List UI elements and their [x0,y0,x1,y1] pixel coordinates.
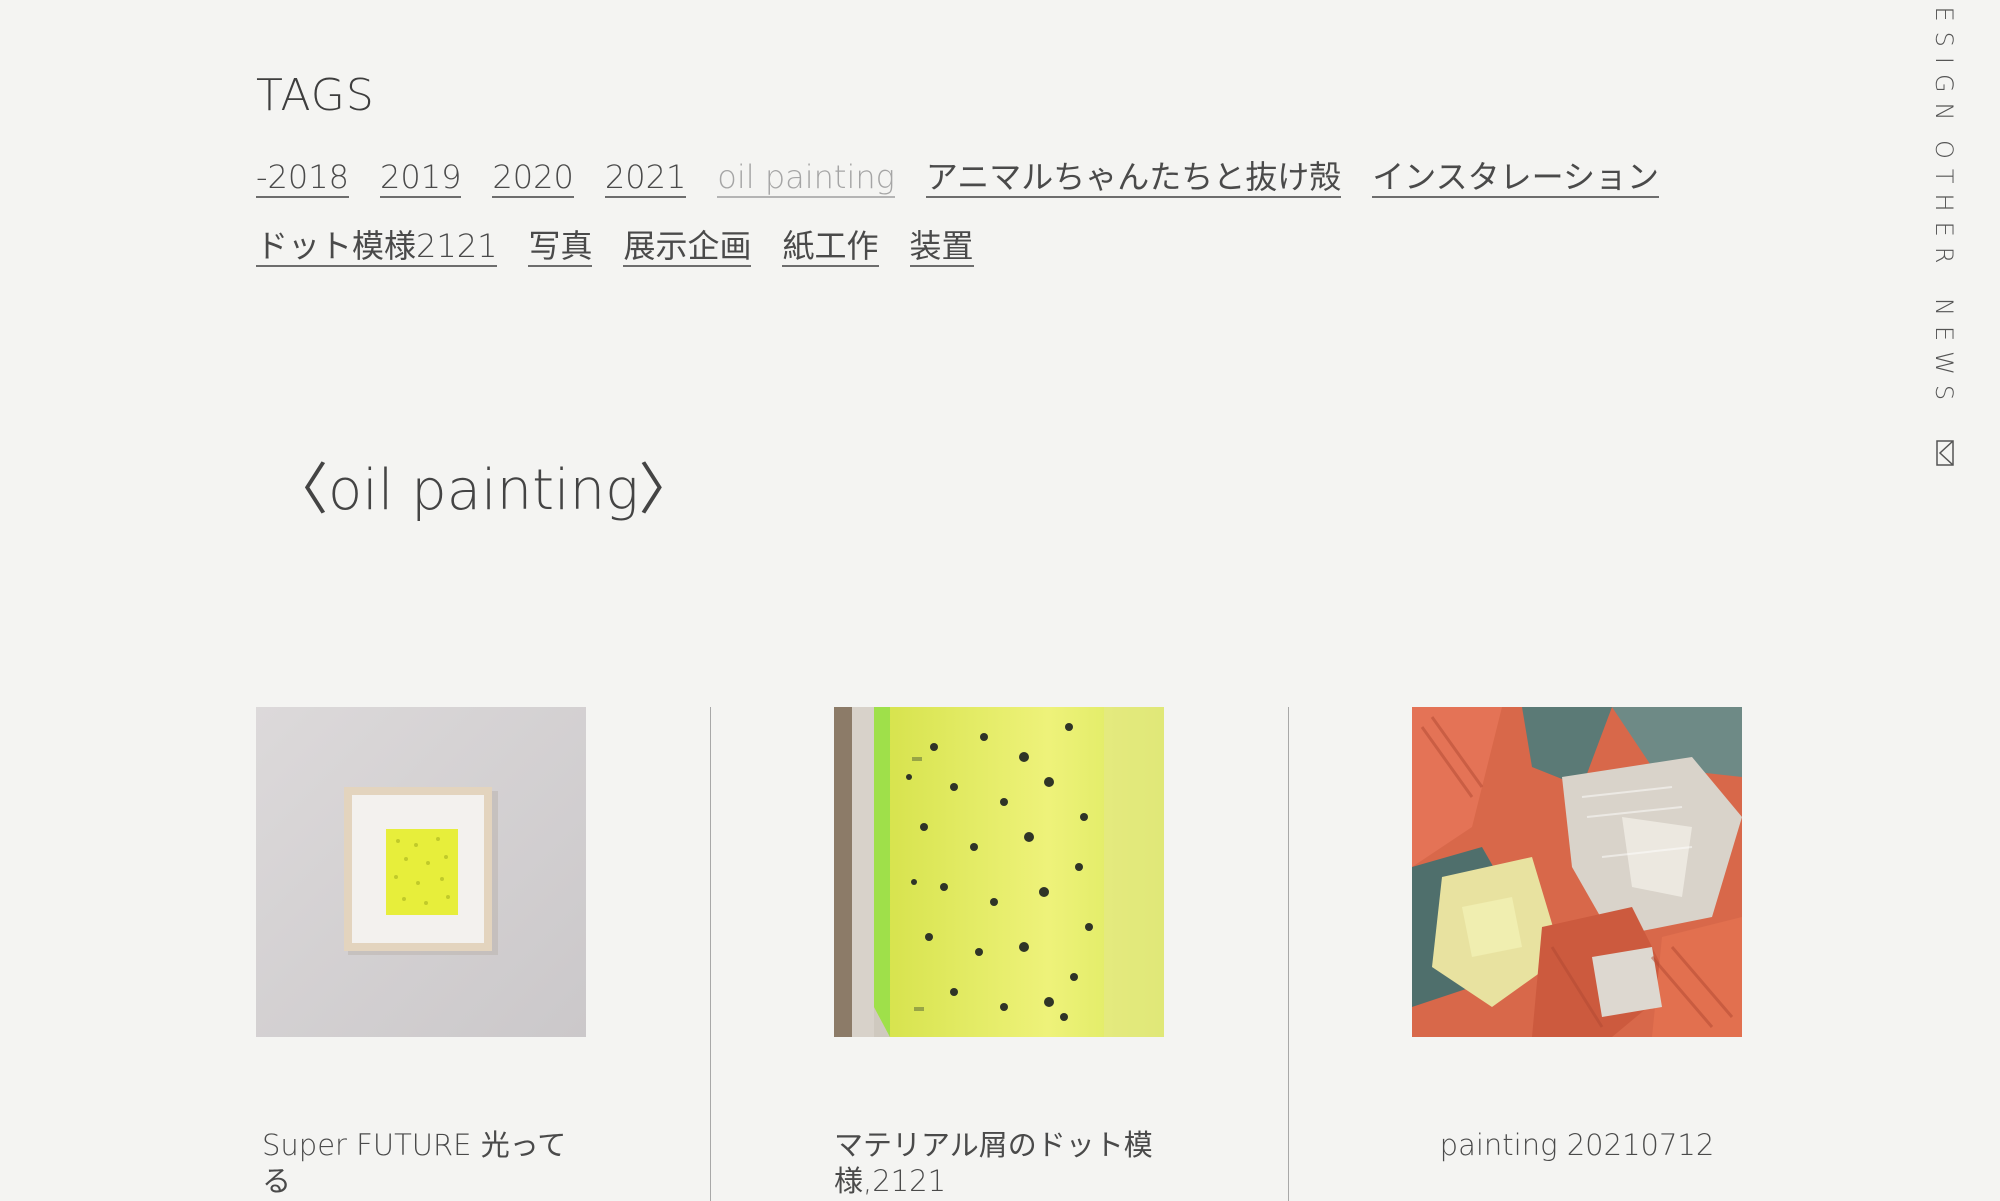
nav-design[interactable]: DESIGN [1930,0,1958,131]
tag-link-oil-painting[interactable]: oil painting [717,158,895,199]
work-title[interactable]: マテリアル屑のドット模様,2121 [834,1127,1164,1199]
work-card[interactable]: Super FUTURE 光ってる [256,707,586,1199]
tag-list: -2018 2019 2020 2021 oil painting アニマルちゃ… [256,158,1659,296]
side-nav: DESIGN OTHER NEWS [1912,0,1980,500]
work-card[interactable]: マテリアル屑のドット模様,2121 [834,707,1164,1199]
work-card[interactable]: painting 20210712 [1412,707,1742,1163]
tag-link-dot-pattern[interactable]: ドット模様2121 [256,227,498,268]
tag-row-2: ドット模様2121 写真 展示企画 紙工作 装置 [256,227,1636,296]
works-grid: Super FUTURE 光ってる マテリアル屑のドット模様,2121 pain… [256,707,1742,1201]
tag-link-2020[interactable]: 2020 [492,158,574,199]
tag-link-2018[interactable]: -2018 [256,158,349,199]
work-title[interactable]: painting 20210712 [1412,1127,1742,1163]
mail-icon[interactable] [1936,440,1954,466]
nav-news[interactable]: NEWS [1930,298,1958,410]
work-thumbnail-impasto-painting[interactable] [1412,707,1742,1037]
page: TAGS -2018 2019 2020 2021 oil painting ア… [0,0,2000,1201]
nav-other[interactable]: OTHER [1930,140,1958,273]
tag-link-device[interactable]: 装置 [909,227,974,268]
tag-link-exhibition[interactable]: 展示企画 [623,227,752,268]
work-thumbnail-dot-panel[interactable] [834,707,1164,1037]
tags-heading: TAGS [256,70,375,121]
tag-link-2021[interactable]: 2021 [604,158,687,199]
tag-link-animal[interactable]: アニマルちゃんたちと抜け殻 [925,158,1342,199]
tag-link-paper-craft[interactable]: 紙工作 [782,227,879,268]
section-title: 〈oil painting〉 [272,458,695,523]
column-divider [710,707,711,1201]
work-title[interactable]: Super FUTURE 光ってる [256,1127,586,1199]
work-thumbnail-framed-yellow[interactable] [256,707,586,1037]
tag-link-photo[interactable]: 写真 [528,227,593,268]
column-divider [1288,707,1289,1201]
tag-link-installation[interactable]: インスタレーション [1372,158,1659,199]
tag-row-1: -2018 2019 2020 2021 oil painting アニマルちゃ… [256,158,1659,227]
tag-link-2019[interactable]: 2019 [379,158,462,199]
